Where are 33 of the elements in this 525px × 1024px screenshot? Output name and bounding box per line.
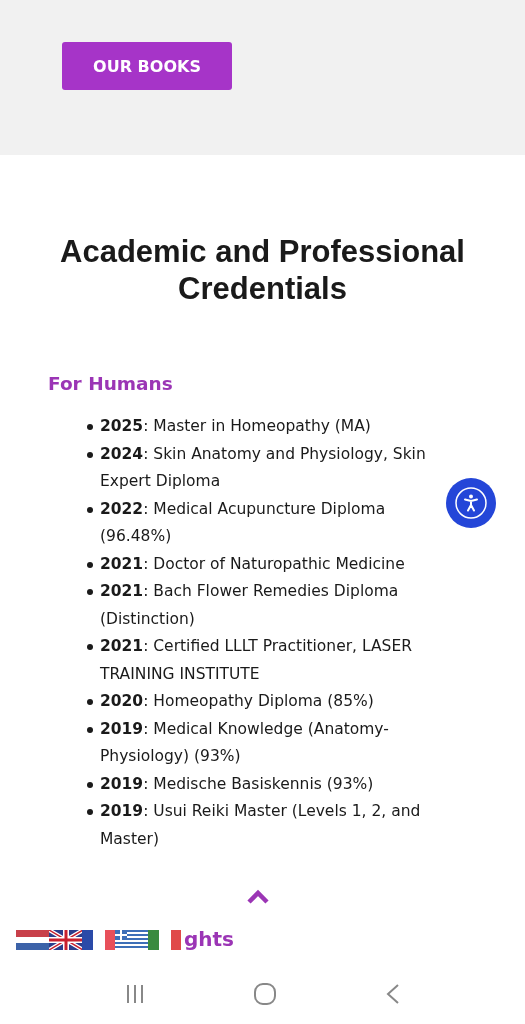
home-icon[interactable] xyxy=(253,982,278,1006)
credential-item: 2021: Bach Flower Remedies Diploma (Distinction) xyxy=(100,582,399,628)
credential-item: 2025: Master in Homeopathy (MA) xyxy=(100,417,371,436)
credential-item: 2022: Medical Acupuncture Diploma (96.48%) xyxy=(100,499,386,546)
section-heading: Academic and Professional Credentials xyxy=(59,233,466,308)
bullet-icon xyxy=(87,726,93,733)
credential-item: 2019: Medical Knowledge (Anatomy-Physiology) (93%) xyxy=(100,719,389,766)
bullet-icon xyxy=(87,781,93,788)
bullet-icon xyxy=(87,506,93,513)
accessibility-icon xyxy=(454,486,488,520)
subsection-heading: For Humans xyxy=(48,373,174,395)
italian-flag-icon[interactable] xyxy=(148,930,181,951)
credential-item: 2020: Homeopathy Diploma (85%) xyxy=(100,692,374,711)
accessibility-button[interactable] xyxy=(446,478,496,528)
credential-item: 2024: Skin Anatomy and Physiology, Skin Expert Diploma xyxy=(100,444,426,491)
dutch-flag-icon[interactable] xyxy=(16,930,49,951)
bullet-icon xyxy=(87,451,93,458)
bullet-icon xyxy=(87,809,93,816)
our-books-button[interactable]: OUR BOOKS xyxy=(62,42,232,90)
bullet-icon xyxy=(87,589,93,596)
credential-item: 2021: Doctor of Naturopathic Medicine xyxy=(100,554,405,573)
uk-flag-icon[interactable] xyxy=(49,930,82,951)
bullet-icon xyxy=(87,699,93,706)
credential-item: 2019: Medische Basiskennis (93%) xyxy=(100,774,374,793)
credential-item: 2021: Certified LLLT Practitioner, LASER TRAINING INSTITUTE xyxy=(100,637,412,683)
greek-flag-icon[interactable] xyxy=(115,930,148,951)
credential-item: 2019: Usui Reiki Master (Levels 1, 2, and Master) xyxy=(100,802,421,848)
bullet-icon xyxy=(87,561,93,568)
bullet-icon xyxy=(87,644,93,651)
partial-link-text[interactable]: ghts xyxy=(184,927,235,952)
scroll-up-icon[interactable] xyxy=(246,889,270,906)
bullet-icon xyxy=(87,424,93,431)
french-flag-icon[interactable] xyxy=(82,930,115,951)
